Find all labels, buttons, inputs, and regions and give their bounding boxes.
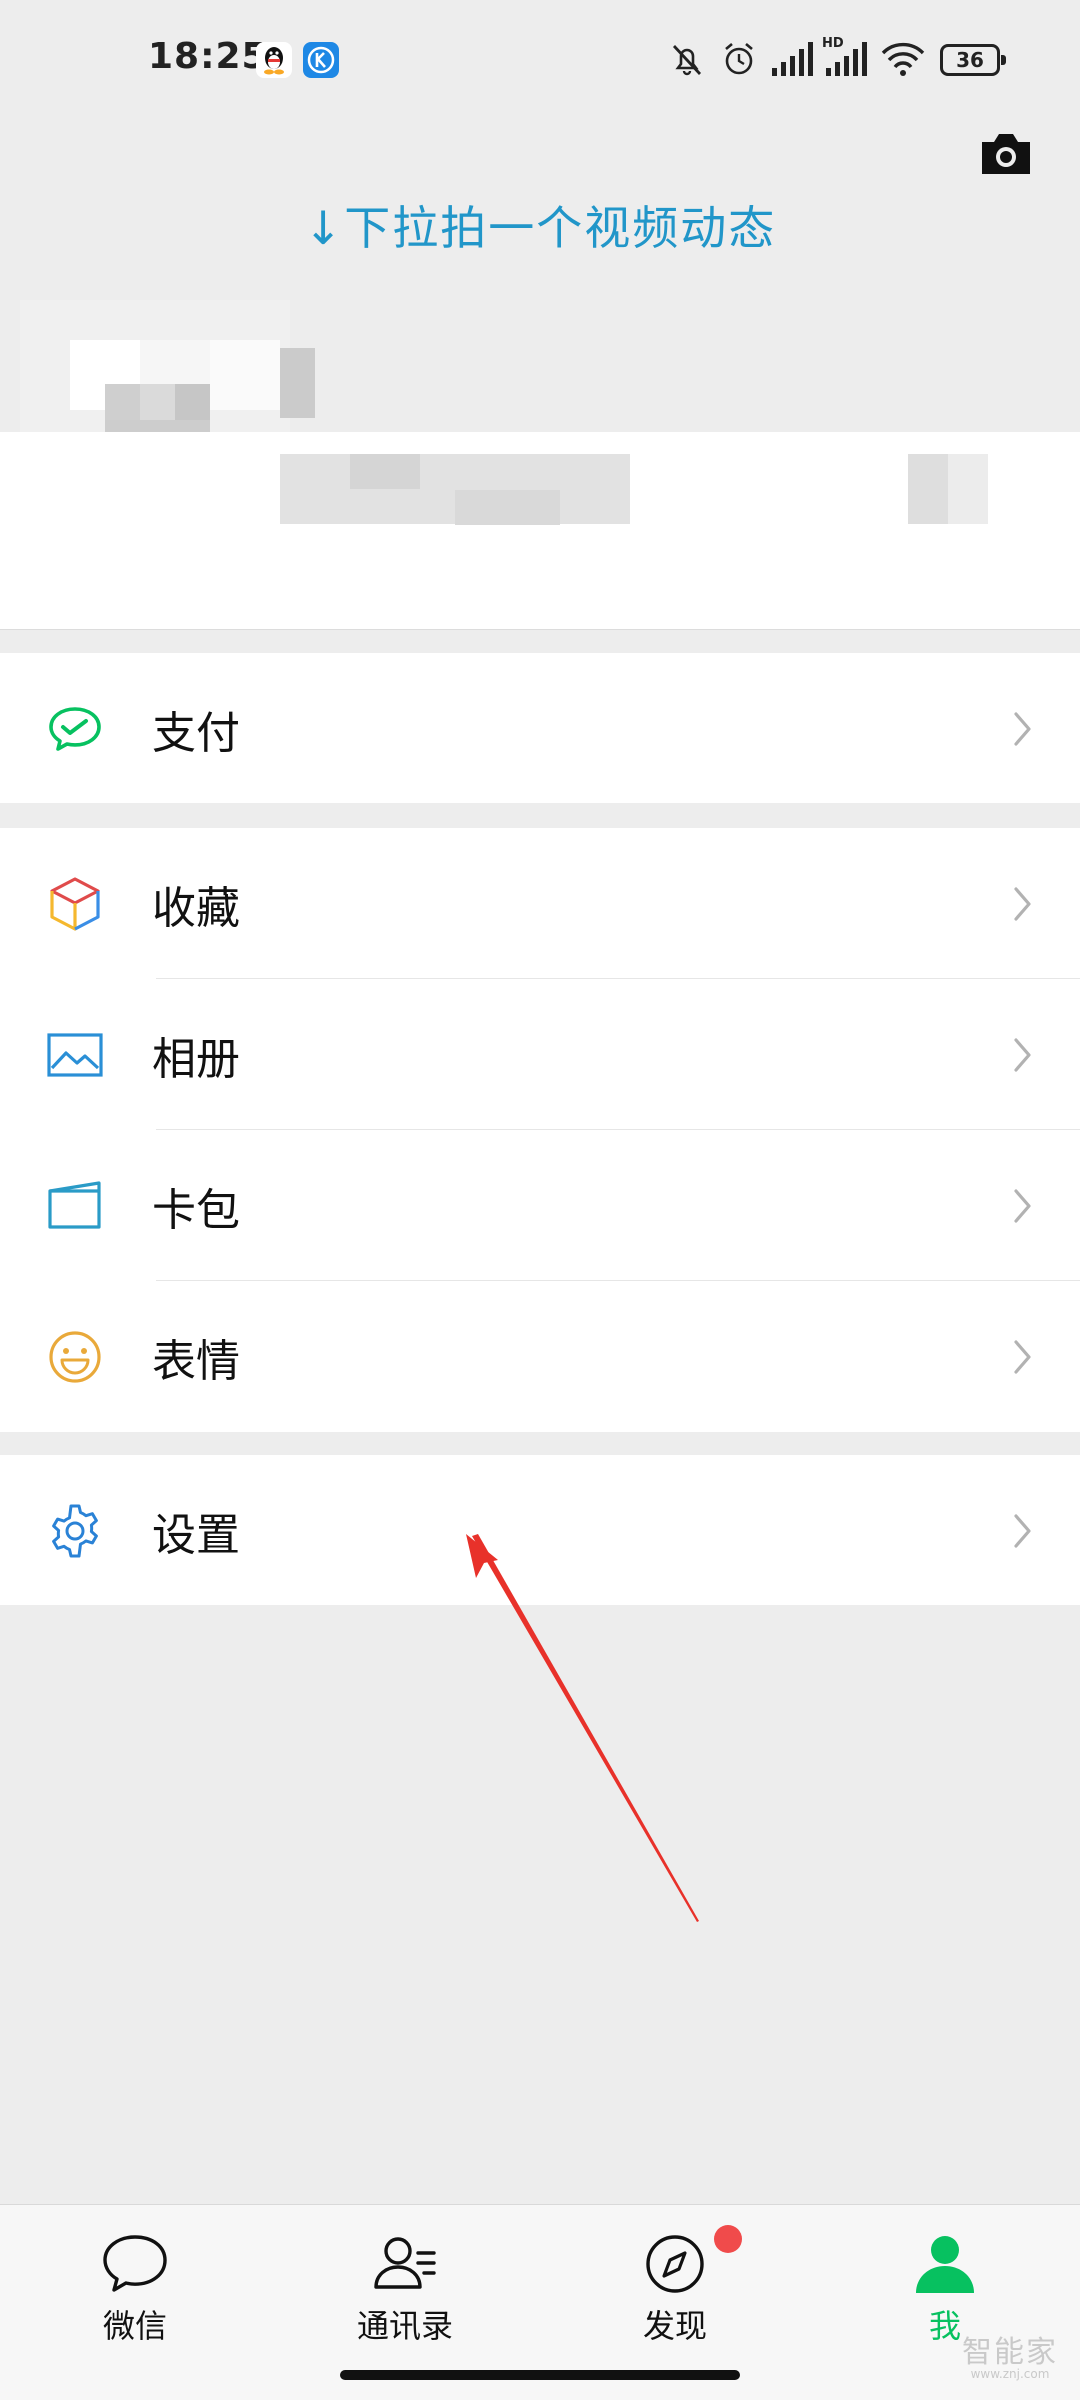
chevron-right-icon xyxy=(1014,1188,1031,1223)
tab-label: 微信 xyxy=(102,2307,167,2345)
chat-bubble-icon xyxy=(103,2235,167,2292)
home-indicator[interactable] xyxy=(340,2370,740,2380)
watermark-logo: 智能家 www.znj.com xyxy=(950,2335,1070,2381)
tab-label: 发现 xyxy=(642,2307,707,2345)
chevron-right-icon xyxy=(1014,1037,1031,1072)
gear-icon xyxy=(52,1504,98,1557)
menu-label-pay: 支付 xyxy=(152,707,240,759)
menu-item-settings[interactable]: 设置 xyxy=(0,1455,1080,1606)
chevron-right-icon xyxy=(1014,886,1031,921)
qq-penguin-icon xyxy=(256,42,292,78)
menu-label-album: 相册 xyxy=(152,1033,240,1085)
camera-button[interactable] xyxy=(978,130,1034,176)
notification-dot xyxy=(714,2225,742,2253)
hd-label: HD xyxy=(822,36,844,51)
menu-item-pay[interactable]: 支付 xyxy=(0,653,1080,804)
battery-indicator: 36 xyxy=(940,44,1006,76)
services-group: 收藏 相册 卡包 表情 xyxy=(0,828,1080,1432)
profile-card[interactable] xyxy=(0,432,1080,630)
wifi-icon xyxy=(881,42,925,76)
blurred-qr xyxy=(908,454,948,524)
tab-contacts[interactable]: 通讯录 xyxy=(270,2205,540,2355)
camera-icon xyxy=(982,134,1030,174)
person-icon xyxy=(916,2236,974,2293)
smiley-icon xyxy=(49,1330,101,1383)
wechat-pay-icon xyxy=(49,706,101,751)
contacts-icon xyxy=(374,2237,436,2289)
status-bar: 18:25 HD 36 xyxy=(0,0,1080,120)
card-icon xyxy=(48,1180,101,1229)
tab-label: 通讯录 xyxy=(356,2307,453,2345)
tab-discover[interactable]: 发现 xyxy=(540,2205,810,2355)
chevron-right-icon xyxy=(1014,1513,1031,1548)
menu-item-album[interactable]: 相册 xyxy=(0,979,1080,1130)
chevron-right-icon xyxy=(1014,711,1031,746)
menu-label-stickers: 表情 xyxy=(152,1335,240,1387)
compass-icon xyxy=(646,2235,704,2293)
picture-icon xyxy=(47,1032,103,1077)
alarm-icon xyxy=(725,43,753,75)
menu-label-settings: 设置 xyxy=(152,1509,240,1561)
chevron-right-icon xyxy=(1014,1339,1031,1374)
signal-icon xyxy=(772,42,813,76)
menu-item-stickers[interactable]: 表情 xyxy=(0,1281,1080,1432)
k-app-icon xyxy=(303,42,339,78)
menu-item-cards[interactable]: 卡包 xyxy=(0,1130,1080,1281)
menu-label-cards: 卡包 xyxy=(152,1184,240,1236)
pay-group: 支付 xyxy=(0,653,1080,803)
cube-icon xyxy=(50,876,100,931)
watermark-text: 智能家 xyxy=(962,2335,1058,2370)
mute-bell-icon xyxy=(672,45,702,76)
menu-label-favorites: 收藏 xyxy=(152,882,240,934)
status-time: 18:25 xyxy=(148,36,268,77)
tab-me[interactable]: 我 xyxy=(810,2205,1080,2355)
pull-down-video-hint[interactable]: ↓下拉拍一个视频动态 xyxy=(0,192,1080,258)
menu-item-favorites[interactable]: 收藏 xyxy=(0,828,1080,979)
tab-chats[interactable]: 微信 xyxy=(0,2205,270,2355)
settings-group: 设置 xyxy=(0,1455,1080,1605)
